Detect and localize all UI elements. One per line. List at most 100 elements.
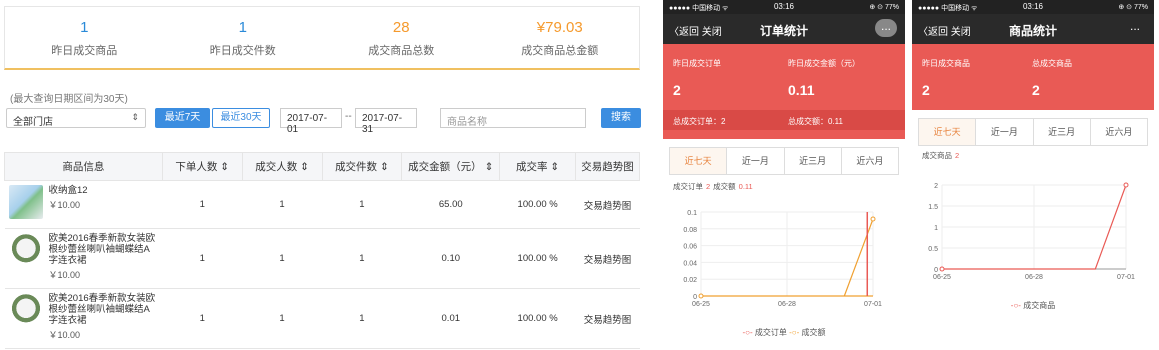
- tab-1-month[interactable]: 近一月: [727, 148, 785, 174]
- summary-label: 成交商品: [922, 151, 952, 160]
- legend-label: 成交商品: [1023, 301, 1056, 310]
- amount: 0.10: [401, 228, 500, 289]
- product-info-cell: 欧美2016春季新款女装欧根纱蕾丝喇叭袖蝴蝶结A字连衣裙 ￥10.00: [4, 288, 163, 349]
- stat-value: ¥79.03: [536, 19, 583, 36]
- piece-count: 1: [322, 288, 402, 349]
- piece-count: 1: [322, 228, 402, 289]
- trend-link[interactable]: 交易趋势图: [575, 228, 640, 289]
- stat-yesterday-pieces: 1 昨日成交件数: [164, 7, 323, 68]
- battery-indicator: ⊕ ⊙ 77%: [1118, 4, 1148, 11]
- y-tick-label: 1.5: [928, 204, 938, 211]
- y-tick-label: 2: [934, 183, 938, 190]
- y-tick-label: 0.06: [683, 244, 697, 251]
- rate: 100.00 %: [499, 228, 576, 289]
- tab-6-months[interactable]: 近六月: [842, 148, 898, 174]
- stat-value: 28: [392, 19, 410, 36]
- more-icon[interactable]: ...: [875, 19, 897, 37]
- filter-bar: 全部门店 ⇕ 最近7天 最近30天 2017-07-01 -- 2017-07-3…: [6, 108, 641, 135]
- buyer-count: 1: [242, 288, 322, 349]
- data-point: [870, 216, 876, 222]
- tab-1-month[interactable]: 近一月: [976, 119, 1034, 145]
- piece-count: 1: [322, 180, 402, 229]
- order-count: 1: [162, 228, 243, 289]
- page-title: 商品统计: [1008, 24, 1057, 38]
- tab-3-months[interactable]: 近三月: [785, 148, 842, 174]
- phone-order-stats: ●●●●● 中国移动 ᯤ 03:16 ⊕ ⊙ 77% 〈返回 关闭 订单统计... 昨…: [663, 0, 905, 350]
- date-from-input[interactable]: 2017-07-01: [280, 108, 342, 135]
- screenshot-root: 1 昨日成交商品 1 昨日成交件数 28 成交商品总数 ¥79.03 成交商品总金额 (…: [0, 0, 1159, 350]
- buyer-count: 1: [242, 180, 322, 229]
- chart-legend: -○- 成交订单 -○- 成交额: [663, 327, 905, 338]
- legend-marker-icon: -○-: [789, 328, 800, 337]
- search-button[interactable]: 搜索: [601, 108, 641, 128]
- col-piece-count[interactable]: 成交件数 ⇕: [321, 152, 403, 181]
- nav-bar: 〈返回 关闭 订单统计...: [663, 14, 905, 44]
- summary-value: 2: [706, 182, 711, 191]
- x-tick-label: 06-25: [692, 301, 710, 308]
- x-tick-label: 06-28: [778, 301, 796, 308]
- stat-value: 1: [238, 19, 247, 36]
- y-tick-label: 0.1: [687, 210, 697, 217]
- product-price: ￥10.00: [48, 200, 81, 210]
- series-line-amount: [843, 218, 874, 297]
- period-tabs: 近七天 近一月 近三月 近六月: [669, 147, 899, 175]
- product-thumbnail: [8, 185, 43, 219]
- label-yesterday-orders: 昨日成交订单: [673, 59, 721, 68]
- last-7-days-button[interactable]: 最近7天: [155, 108, 210, 128]
- chart-legend: -○- 成交商品: [912, 300, 1154, 311]
- label-yesterday-items: 昨日成交商品: [922, 59, 970, 68]
- y-tick-label: 0.02: [683, 277, 697, 284]
- product-name: 欧美2016春季新款女装欧根纱蕾丝喇叭袖蝴蝶结A字连衣裙: [48, 293, 156, 326]
- summary-value: 0.11: [738, 182, 753, 191]
- tab-3-months[interactable]: 近三月: [1034, 119, 1091, 145]
- trend-link[interactable]: 交易趋势图: [575, 180, 640, 229]
- table-row: 收纳盒12 ￥10.00 1 1 1 65.00 100.00 % 交易趋势图: [4, 180, 640, 229]
- summary-label: 成交订单: [673, 182, 703, 191]
- total-amount: 总成交额：0.11: [788, 117, 843, 126]
- value-yesterday-items: 2: [922, 82, 930, 98]
- col-order-count[interactable]: 下单人数 ⇕: [161, 152, 243, 181]
- stat-label: 昨日成交商品: [51, 45, 118, 57]
- stat-total-amount: ¥79.03 成交商品总金额: [481, 7, 640, 68]
- col-trend: 交易趋势图: [575, 152, 640, 181]
- value-yesterday-orders: 2: [673, 82, 681, 98]
- product-info-cell: 欧美2016春季新款女装欧根纱蕾丝喇叭袖蝴蝶结A字连衣裙 ￥10.00: [4, 228, 163, 289]
- y-tick-label: 0.5: [928, 246, 938, 253]
- col-product-info: 商品信息: [4, 152, 163, 181]
- tab-7-days[interactable]: 近七天: [670, 148, 728, 174]
- amount: 0.01: [401, 288, 500, 349]
- more-icon[interactable]: ...: [1124, 19, 1146, 37]
- table-row: 欧美2016春季新款女装欧根纱蕾丝喇叭袖蝴蝶结A字连衣裙 ￥10.00 1 1 1…: [4, 228, 640, 289]
- stat-label: 成交商品总金额: [521, 45, 599, 57]
- product-name-input[interactable]: 商品名称: [440, 108, 586, 128]
- stat-yesterday-items: 1 昨日成交商品: [5, 7, 164, 68]
- col-amount[interactable]: 成交金额（元） ⇕: [401, 152, 501, 181]
- date-range-hint: (最大查询日期区间为30天): [10, 94, 128, 105]
- tab-6-months[interactable]: 近六月: [1091, 119, 1147, 145]
- dashboard-panel: 1 昨日成交商品 1 昨日成交件数 28 成交商品总数 ¥79.03 成交商品总金额 (…: [0, 0, 652, 350]
- product-table: 商品信息 下单人数 ⇕ 成交人数 ⇕ 成交件数 ⇕ 成交金额（元） ⇕ 成交率 …: [4, 152, 640, 349]
- summary-panel: 昨日成交商品 总成交商品 2 2: [912, 44, 1154, 110]
- store-select[interactable]: 全部门店 ⇕: [6, 108, 146, 128]
- status-bar: ●●●●● 中国移动 ᯤ 03:16 ⊕ ⊙ 77%: [663, 0, 905, 14]
- date-separator: --: [345, 111, 352, 122]
- col-rate[interactable]: 成交率 ⇕: [499, 152, 577, 181]
- order-chart: 0 0.02 0.04 0.06 0.08 0.1 06-25 06-28 07-01: [683, 210, 882, 308]
- total-orders: 总成交订单：2: [673, 117, 726, 126]
- product-price: ￥10.00: [48, 270, 81, 280]
- stat-total-items: 28 成交商品总数: [322, 7, 481, 68]
- battery-indicator: ⊕ ⊙ 77%: [869, 4, 899, 11]
- last-30-days-button[interactable]: 最近30天: [212, 108, 270, 128]
- x-tick-label: 07-01: [864, 301, 882, 308]
- col-buyer-count[interactable]: 成交人数 ⇕: [241, 152, 323, 181]
- store-select-value: 全部门店: [13, 117, 53, 128]
- y-tick-label: 1: [934, 225, 938, 232]
- date-to-input[interactable]: 2017-07-31: [355, 108, 417, 135]
- rate: 100.00 %: [499, 288, 576, 349]
- label-yesterday-amount: 昨日成交金额（元）: [788, 59, 860, 68]
- trend-link[interactable]: 交易趋势图: [575, 288, 640, 349]
- tab-7-days[interactable]: 近七天: [919, 119, 977, 145]
- legend-marker-icon: -○-: [1010, 301, 1021, 310]
- product-thumbnail: [8, 293, 43, 327]
- table-row: 欧美2016春季新款女装欧根纱蕾丝喇叭袖蝴蝶结A字连衣裙 ￥10.00 1 1 1…: [4, 288, 640, 349]
